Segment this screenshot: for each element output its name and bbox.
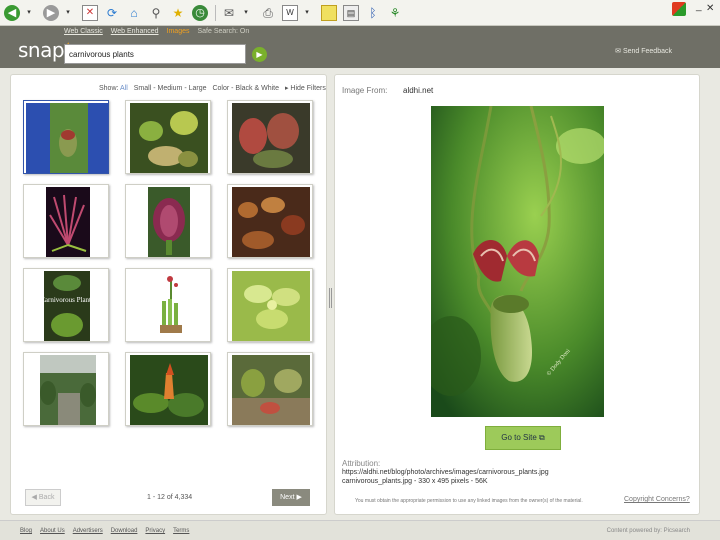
back-dropdown-icon[interactable]: ▾ — [21, 5, 37, 21]
thumbnail-image — [148, 187, 190, 257]
book-cover-title: Carnivorous Plants — [40, 296, 94, 304]
search-go-button[interactable]: ▶ — [252, 47, 267, 62]
stop-icon[interactable]: ✕ — [82, 4, 98, 21]
thumbnail-7[interactable]: Carnivorous Plants — [23, 268, 109, 342]
send-feedback-link[interactable]: ✉ Send Feedback — [615, 47, 672, 55]
site-footer: Blog About Us Advertisers Download Priva… — [0, 520, 720, 540]
thumbnail-11[interactable] — [125, 352, 211, 426]
feedback-label: Send Feedback — [622, 48, 672, 55]
thumbnail-image — [232, 271, 310, 341]
browser-toolbar: ◀ ▾ ▶ ▾ ✕ ⟳ ⌂ ⚲ ★ ◷ ✉ ▾ ⎙ W ▾ ▤ ᛒ ⚘ _ ✕ — [0, 0, 720, 26]
thumbnail-6[interactable] — [227, 184, 313, 258]
detail-panel: Image From: aldhi.net © Dody Doni Go to … — [334, 74, 700, 515]
safe-search-status[interactable]: Safe Search: On — [198, 28, 250, 35]
mail-dropdown-icon[interactable]: ▾ — [238, 5, 254, 21]
logo-text: snap — [18, 38, 65, 62]
go-to-site-label: Go to Site — [501, 433, 537, 442]
envelope-icon: ✉ — [615, 48, 621, 55]
filter-show-label: Show: — [99, 85, 119, 92]
footer-link-about[interactable]: About Us — [40, 528, 65, 534]
windows-logo-icon — [672, 2, 686, 16]
search-input[interactable] — [64, 44, 246, 64]
filter-size[interactable]: Small - Medium - Large — [134, 85, 207, 92]
thumbnail-12[interactable] — [227, 352, 313, 426]
thumbnail-1[interactable] — [23, 100, 109, 174]
next-arrow-icon: ▶ — [296, 494, 302, 501]
edit-dropdown-icon[interactable]: ▾ — [299, 5, 315, 21]
usage-disclaimer: You must obtain the appropriate permissi… — [355, 498, 583, 504]
thumbnail-image — [46, 187, 90, 257]
thumbnail-image — [232, 355, 310, 425]
thumbnail-image — [232, 103, 310, 173]
image-from-label: Image From: — [342, 86, 388, 95]
pagination-range: 1 - 12 of 4,334 — [147, 494, 193, 501]
thumbnail-image — [232, 187, 310, 257]
nav-web-classic[interactable]: Web Classic — [64, 28, 103, 35]
thumbnail-5[interactable] — [125, 184, 211, 258]
home-icon[interactable]: ⌂ — [126, 5, 142, 21]
thumbnail-9[interactable] — [227, 268, 313, 342]
forward-icon[interactable]: ▶ — [43, 4, 59, 21]
thumbnail-8[interactable] — [125, 268, 211, 342]
favorites-icon[interactable]: ★ — [170, 5, 186, 21]
refresh-icon[interactable]: ⟳ — [104, 5, 120, 21]
thumbnail-image — [130, 103, 208, 173]
nav-images[interactable]: Images — [167, 28, 190, 35]
history-icon[interactable]: ◷ — [192, 4, 208, 21]
thumbnail-10[interactable] — [23, 352, 109, 426]
footer-link-blog[interactable]: Blog — [20, 528, 32, 534]
site-header: snap✦ Web Classic Web Enhanced Images Sa… — [0, 26, 720, 68]
thumbnail-2[interactable] — [125, 100, 211, 174]
go-to-site-button[interactable]: Go to Site ⧉ — [485, 426, 561, 450]
results-panel: Show: All Small - Medium - Large Color -… — [10, 74, 327, 515]
thumbnail-image: Carnivorous Plants — [40, 271, 94, 341]
thumbnail-image — [130, 271, 208, 341]
filter-bar: Show: All Small - Medium - Large Color -… — [99, 84, 326, 92]
hide-filters-link[interactable]: ▸ Hide Filters — [285, 85, 326, 92]
next-button-label: Next — [280, 494, 295, 501]
external-link-icon: ⧉ — [539, 433, 545, 442]
window-controls: _ ✕ — [672, 1, 716, 22]
filter-all[interactable]: All — [120, 85, 128, 92]
image-source-link[interactable]: aldhi.net — [403, 86, 433, 95]
forward-dropdown-icon[interactable]: ▾ — [60, 5, 76, 21]
panel-splitter-handle[interactable] — [329, 288, 332, 308]
edit-icon[interactable]: W — [282, 4, 298, 21]
bluetooth-icon[interactable]: ᛒ — [365, 5, 381, 21]
tools-icon[interactable]: ⚘ — [387, 5, 403, 21]
footer-links: Blog About Us Advertisers Download Priva… — [20, 528, 189, 534]
print-icon[interactable]: ⎙ — [260, 5, 276, 21]
back-arrow-icon: ◀ — [31, 494, 37, 501]
back-button[interactable]: ◀ Back — [25, 489, 61, 506]
search-icon[interactable]: ⚲ — [148, 5, 164, 21]
footer-link-terms[interactable]: Terms — [173, 528, 189, 534]
preview-image[interactable]: © Dody Doni — [431, 106, 604, 417]
next-button[interactable]: Next ▶ — [272, 489, 310, 506]
footer-link-privacy[interactable]: Privacy — [145, 528, 165, 534]
nav-web-enhanced[interactable]: Web Enhanced — [111, 28, 159, 35]
attribution-file-info: carnivorous_plants.jpg - 330 x 495 pixel… — [342, 478, 488, 485]
attribution-url[interactable]: https://aldhi.net/blog/photo/archives/im… — [342, 469, 549, 476]
back-icon[interactable]: ◀ — [4, 4, 20, 21]
footer-link-advertisers[interactable]: Advertisers — [73, 528, 103, 534]
window-close-button[interactable]: ✕ — [706, 3, 714, 14]
thumbnail-3[interactable] — [227, 100, 313, 174]
research-icon[interactable]: ▤ — [343, 4, 359, 21]
toolbar-divider — [215, 4, 216, 21]
folder-icon[interactable] — [321, 4, 337, 21]
thumbnail-image — [130, 355, 208, 425]
window-minimize-button[interactable]: _ — [696, 1, 702, 12]
thumbnail-image — [40, 355, 96, 425]
filter-color[interactable]: Color - Black & White — [212, 85, 279, 92]
back-button-label: Back — [38, 494, 55, 501]
footer-link-download[interactable]: Download — [111, 528, 138, 534]
hide-filters-label: Hide Filters — [290, 85, 326, 92]
search-type-nav: Web Classic Web Enhanced Images Safe Sea… — [64, 28, 249, 35]
copyright-concerns-link[interactable]: Copyright Concerns? — [624, 496, 690, 503]
thumbnail-4[interactable] — [23, 184, 109, 258]
attribution-label: Attribution: — [342, 459, 381, 468]
mail-icon[interactable]: ✉ — [221, 5, 237, 21]
thumbnail-image — [26, 103, 108, 173]
powered-by-text: Content powered by: Picsearch — [606, 528, 690, 534]
